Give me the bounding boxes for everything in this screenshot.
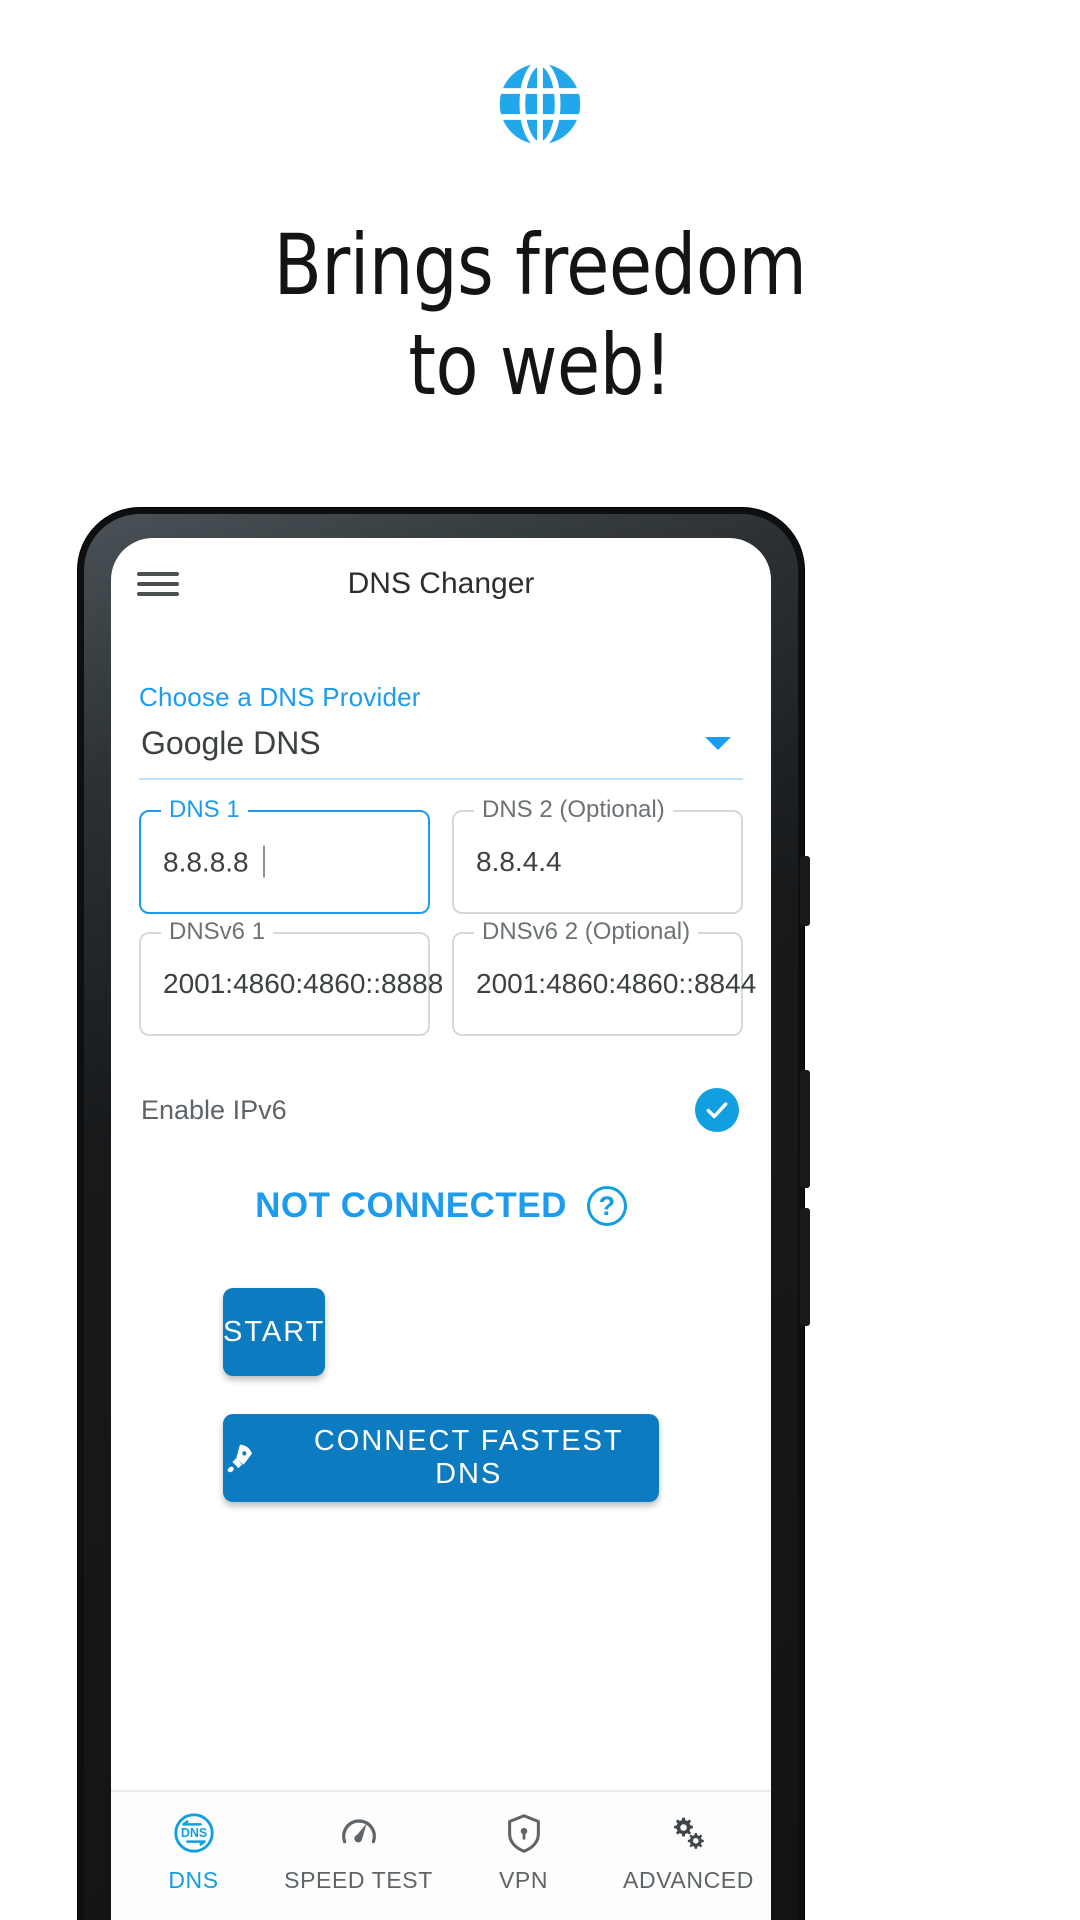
dns1-value: 8.8.8.8 (163, 846, 249, 878)
app-logo (0, 58, 1080, 150)
provider-selected-value: Google DNS (141, 725, 321, 761)
start-button[interactable]: START (223, 1288, 326, 1376)
connect-fastest-dns-button[interactable]: CONNECT FASTEST DNS (223, 1414, 659, 1502)
dns-icon: DNS (173, 1813, 214, 1853)
phone-mockup: DNS Changer Choose a DNS Provider Google… (78, 508, 810, 1920)
rocket-icon (227, 1444, 252, 1473)
chevron-down-icon (705, 737, 731, 750)
nav-label-vpn: VPN (498, 1867, 549, 1893)
phone-screen: DNS Changer Choose a DNS Provider Google… (111, 538, 771, 1920)
dnsv6-2-field[interactable]: DNSv6 2 (Optional) 2001:4860:4860::8844 (452, 918, 756, 1036)
dnsv6-2-label: DNSv6 2 (Optional) (474, 918, 699, 946)
status-badge: NOT CONNECTED (255, 1186, 567, 1225)
dns-fields-grid: DNS 1 8.8.8.8 DNS 2 (Optional) 8.8.4.4 D… (139, 796, 756, 1036)
dns-form: Choose a DNS Provider Google DNS DNS 1 8… (111, 682, 771, 1502)
dnsv6-1-value: 2001:4860:4860::8888 (163, 968, 444, 999)
dnsv6-1-label: DNSv6 1 (161, 918, 274, 946)
phone-button-volume (800, 1070, 810, 1188)
hamburger-menu-icon[interactable] (137, 567, 179, 601)
dns1-field[interactable]: DNS 1 8.8.8.8 (139, 796, 430, 914)
dnsv6-1-field[interactable]: DNSv6 1 2001:4860:4860::8888 (139, 918, 443, 1036)
bottom-navigation-bar: DNS DNS SPEED TEST VPN ADVANCED (111, 1790, 771, 1920)
dnsv6-2-value: 2001:4860:4860::8844 (476, 968, 757, 999)
text-cursor (262, 845, 265, 878)
nav-label-dns: DNS (168, 1867, 219, 1893)
connection-status-row: NOT CONNECTED ? (139, 1186, 743, 1226)
headline-line-1: Brings freedom (273, 216, 807, 314)
nav-label-advanced: ADVANCED (623, 1867, 754, 1893)
nav-item-advanced[interactable]: ADVANCED (606, 1810, 771, 1894)
gears-icon (673, 1817, 704, 1849)
checkmark-icon (706, 1102, 728, 1119)
nav-item-speed-test[interactable]: SPEED TEST (276, 1810, 441, 1894)
nav-item-dns[interactable]: DNS DNS (111, 1810, 276, 1894)
provider-label: Choose a DNS Provider (139, 682, 421, 712)
nav-item-vpn[interactable]: VPN (441, 1810, 606, 1894)
dns1-value-wrap: 8.8.8.8 (163, 845, 265, 879)
speedometer-icon (341, 1819, 376, 1844)
page-title: DNS Changer (347, 567, 535, 600)
promo-screenshot: Brings freedom to web! DNS Changer Choos… (0, 0, 1080, 1920)
headline-line-2: to web! (408, 315, 672, 414)
dns1-label: DNS 1 (161, 796, 248, 824)
question-mark-icon[interactable]: ? (586, 1186, 627, 1226)
phone-button-mute (800, 856, 810, 926)
dns2-label: DNS 2 (Optional) (474, 796, 673, 824)
globe-icon (499, 60, 581, 148)
provider-dropdown[interactable]: Google DNS (139, 713, 743, 780)
promo-headline: Brings freedom to web! (38, 216, 1042, 416)
enable-ipv6-row[interactable]: Enable IPv6 (139, 1088, 743, 1132)
connect-fastest-dns-label: CONNECT FASTEST DNS (313, 1425, 624, 1490)
svg-text:DNS: DNS (180, 1826, 206, 1840)
phone-button-power (800, 1208, 810, 1326)
enable-ipv6-checkbox[interactable] (695, 1088, 739, 1132)
dns2-field[interactable]: DNS 2 (Optional) 8.8.4.4 (452, 796, 743, 914)
shield-lock-icon (507, 1814, 540, 1853)
dns2-value: 8.8.4.4 (476, 846, 562, 877)
nav-label-speed-test: SPEED TEST (284, 1867, 433, 1893)
app-bar: DNS Changer (111, 538, 771, 630)
enable-ipv6-label: Enable IPv6 (141, 1094, 287, 1125)
